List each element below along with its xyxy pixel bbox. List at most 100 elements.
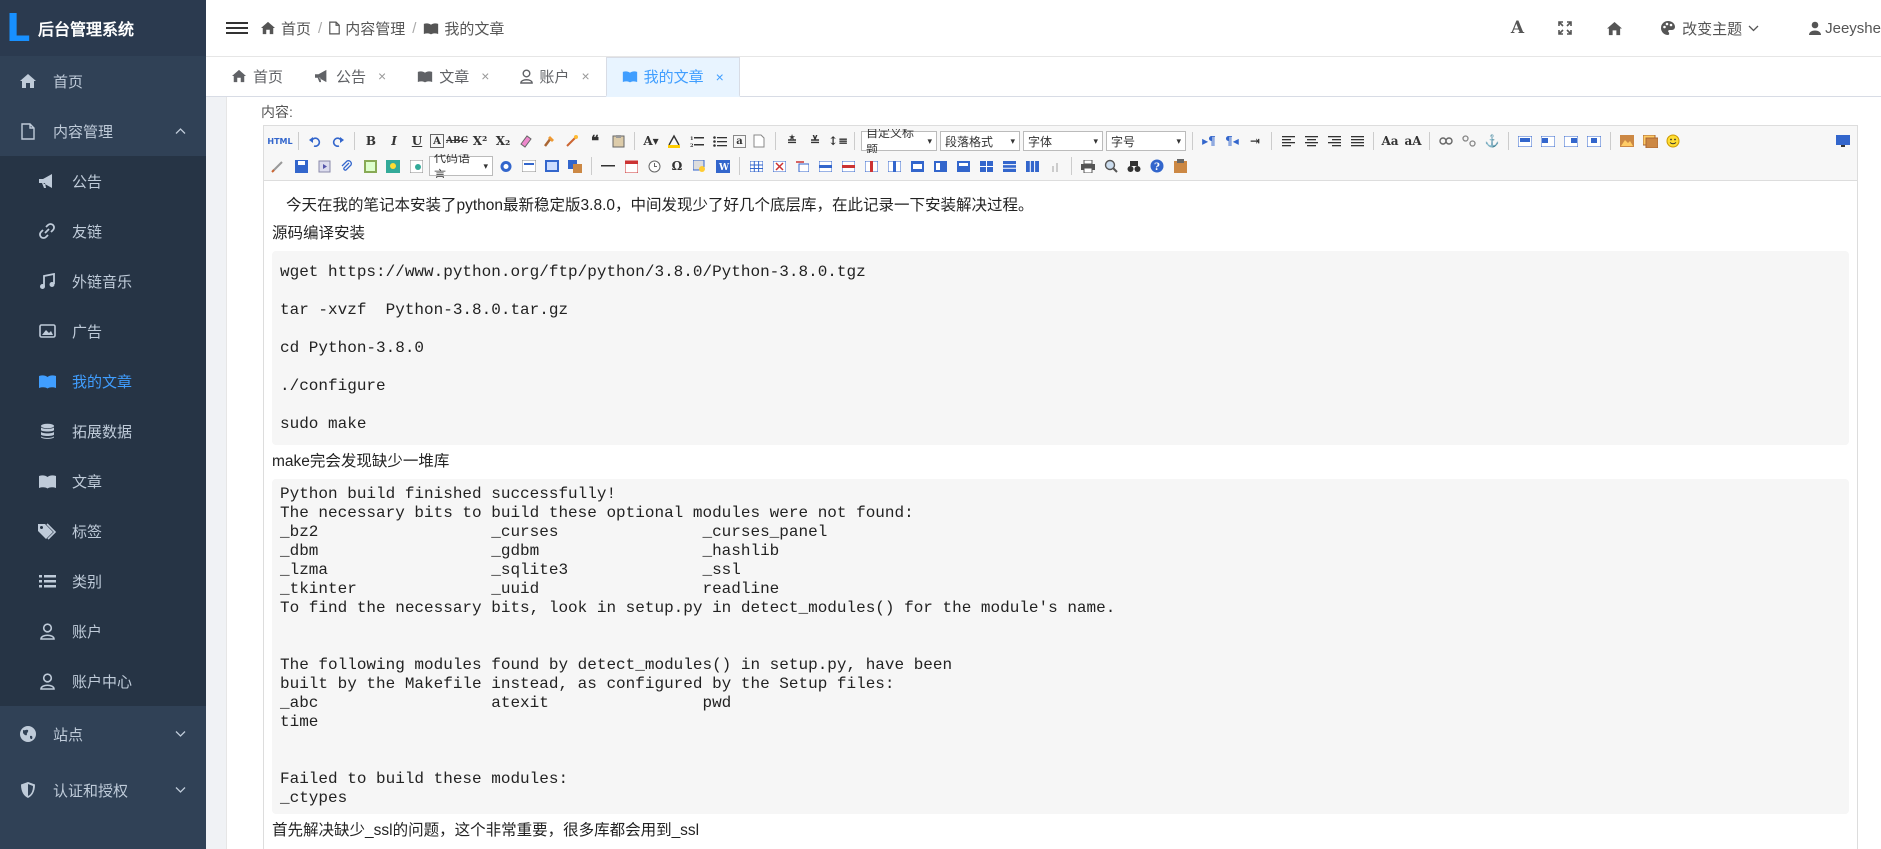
format-brush-icon[interactable] [539, 131, 559, 151]
close-icon[interactable]: × [481, 68, 489, 84]
emoticon-icon[interactable] [1663, 131, 1683, 151]
blockquote-icon[interactable]: ❝ [585, 131, 605, 151]
sidebar-item-accounts[interactable]: 账户 [0, 606, 206, 656]
sidebar-item-account-center[interactable]: 账户中心 [0, 656, 206, 706]
delete-col-icon[interactable] [884, 156, 904, 176]
align-left-icon[interactable] [1278, 131, 1298, 151]
align-justify-icon[interactable] [1347, 131, 1367, 151]
date-icon[interactable] [621, 156, 641, 176]
superscript-icon[interactable]: X² [470, 131, 490, 151]
home-icon[interactable] [1606, 21, 1623, 36]
save-icon[interactable] [291, 156, 311, 176]
html-source-icon[interactable]: HTML [268, 131, 293, 151]
fullscreen-icon[interactable] [1558, 21, 1572, 35]
sidebar-item-ads[interactable]: 广告 [0, 306, 206, 356]
multi-image-icon[interactable] [1640, 131, 1660, 151]
code-language-select[interactable]: 代码语言 ▾ [429, 154, 493, 178]
music-insert-icon[interactable] [565, 156, 585, 176]
fullscreen-editor-icon[interactable] [1833, 131, 1853, 151]
template-icon[interactable] [519, 156, 539, 176]
paste-plain-icon[interactable] [608, 131, 628, 151]
page-break-icon[interactable] [496, 156, 516, 176]
sidebar-item-external-music[interactable]: 外链音乐 [0, 256, 206, 306]
font-size-select[interactable]: 字号 ▾ [1106, 131, 1186, 151]
hamburger-menu-icon[interactable] [226, 22, 248, 34]
help-icon[interactable]: ? [1147, 156, 1167, 176]
sidebar-item-friend-links[interactable]: 友链 [0, 206, 206, 256]
font-color-icon[interactable]: A▾ [641, 131, 661, 151]
app-logo[interactable]: L 后台管理系统 [0, 0, 206, 56]
preview-icon[interactable] [1101, 156, 1121, 176]
unlink-icon[interactable] [1459, 131, 1479, 151]
insert-image-icon[interactable] [1617, 131, 1637, 151]
insert-paragraph-before-table-icon[interactable] [792, 156, 812, 176]
insert-frame-icon[interactable] [360, 156, 380, 176]
tab-articles[interactable]: 文章 × [402, 56, 505, 96]
insert-video-icon[interactable] [314, 156, 334, 176]
insert-code-icon[interactable] [406, 156, 426, 176]
sidebar-item-home[interactable]: 首页 [0, 56, 206, 106]
sidebar-item-site[interactable]: 站点 [0, 706, 206, 762]
bold-icon[interactable]: B [361, 131, 381, 151]
strikethrough-icon[interactable]: ABC [446, 131, 468, 151]
clear-doc-icon[interactable] [749, 131, 769, 151]
sidebar-item-content-management[interactable]: 内容管理 [0, 106, 206, 156]
split-rows-icon[interactable] [999, 156, 1019, 176]
eraser-icon[interactable] [516, 131, 536, 151]
row-spacing-top-icon[interactable]: ≛ [782, 131, 802, 151]
word-image-icon[interactable]: W [713, 156, 733, 176]
align-right-icon[interactable] [1324, 131, 1344, 151]
line-height-icon[interactable]: ↕≡ [828, 131, 848, 151]
merge-down-icon[interactable] [953, 156, 973, 176]
scrawl-icon[interactable] [268, 156, 288, 176]
lowercase-icon[interactable]: aA [1403, 131, 1423, 151]
breadcrumb-content-management[interactable]: 内容管理 [329, 18, 405, 39]
drafts-icon[interactable] [1170, 156, 1190, 176]
sidebar-item-auth[interactable]: 认证和授权 [0, 762, 206, 818]
insert-row-icon[interactable] [815, 156, 835, 176]
close-icon[interactable]: × [581, 68, 589, 84]
editor-body[interactable]: 今天在我的笔记本安装了python最新稳定版3.8.0，中间发现少了好几个底层库… [264, 181, 1857, 842]
close-icon[interactable]: × [716, 69, 724, 85]
align-center-icon[interactable] [1301, 131, 1321, 151]
anchor-icon[interactable]: ⚓ [1482, 131, 1502, 151]
sidebar-item-my-articles[interactable]: 我的文章 [0, 356, 206, 406]
image-none-icon[interactable] [1515, 131, 1535, 151]
print-icon[interactable] [1078, 156, 1098, 176]
find-replace-icon[interactable] [1124, 156, 1144, 176]
image-center-icon[interactable] [1584, 131, 1604, 151]
tab-announcements[interactable]: 公告 × [299, 56, 402, 96]
close-icon[interactable]: × [378, 68, 386, 84]
merge-right-icon[interactable] [930, 156, 950, 176]
sidebar-item-announcements[interactable]: 公告 [0, 156, 206, 206]
underline-icon[interactable]: U [407, 131, 427, 151]
attachment-icon[interactable] [337, 156, 357, 176]
rtl-direction-icon[interactable]: ¶◂ [1222, 131, 1242, 151]
map-icon[interactable] [383, 156, 403, 176]
indent-icon[interactable]: ⇥ [1245, 131, 1265, 151]
delete-table-icon[interactable] [769, 156, 789, 176]
delete-row-icon[interactable] [838, 156, 858, 176]
sidebar-item-categories[interactable]: 类别 [0, 556, 206, 606]
tab-my-articles[interactable]: 我的文章 × [605, 57, 740, 97]
paragraph-format-select[interactable]: 段落格式 ▾ [940, 131, 1020, 151]
time-icon[interactable] [644, 156, 664, 176]
italic-icon[interactable]: I [384, 131, 404, 151]
breadcrumb-home[interactable]: 首页 [260, 18, 311, 39]
insert-table-icon[interactable] [746, 156, 766, 176]
special-chars-icon[interactable]: Ω [667, 156, 687, 176]
tab-accounts[interactable]: 账户 × [505, 56, 605, 96]
user-menu[interactable]: Jeeyshe [1809, 20, 1881, 37]
ordered-list-icon[interactable]: 12 [687, 131, 707, 151]
horizontal-rule-icon[interactable] [598, 156, 618, 176]
theme-switcher[interactable]: 改变主题 [1660, 18, 1759, 39]
select-all-icon[interactable]: a [733, 134, 746, 148]
sidebar-item-tags[interactable]: 标签 [0, 506, 206, 556]
sidebar-item-extended-data[interactable]: 拓展数据 [0, 406, 206, 456]
custom-title-select[interactable]: 自定义标题 ▾ [861, 129, 937, 153]
sidebar-item-articles[interactable]: 文章 [0, 456, 206, 506]
row-spacing-bottom-icon[interactable]: ≚ [805, 131, 825, 151]
tab-home[interactable]: 首页 [216, 56, 299, 96]
background-color-icon[interactable] [664, 131, 684, 151]
uppercase-icon[interactable]: Aa [1380, 131, 1400, 151]
